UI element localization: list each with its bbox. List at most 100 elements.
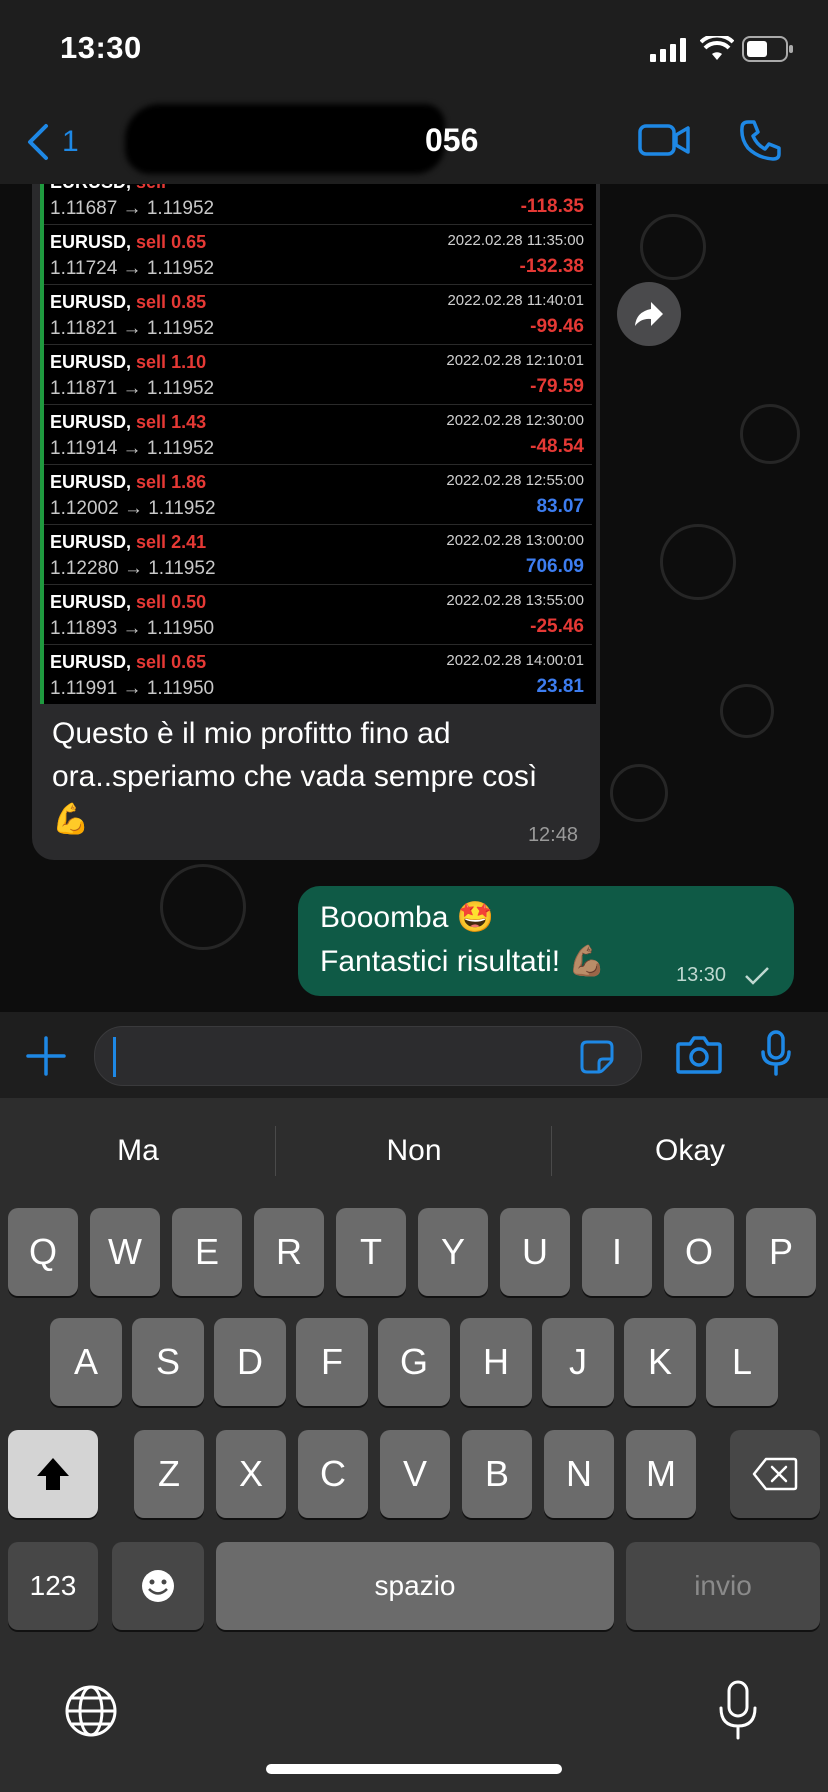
- trade-symbol: EURUSD, sell 0.65: [50, 232, 206, 253]
- camera-icon[interactable]: [676, 1034, 722, 1074]
- trade-row: EURUSD, sell 0.65 1.11724 → 1.11952 2022.0…: [44, 224, 592, 285]
- trade-symbol-name: EURUSD,: [50, 652, 132, 672]
- key-d[interactable]: D: [214, 1318, 286, 1406]
- suggestion-1[interactable]: Ma: [0, 1134, 276, 1168]
- trade-prices: 1.11724 → 1.11952: [50, 258, 215, 279]
- shift-key[interactable]: [8, 1430, 98, 1518]
- trade-row: EURUSD, sell 0.65 1.11991 → 1.11950 2022.0…: [44, 644, 592, 704]
- dictation-icon[interactable]: [718, 1680, 758, 1740]
- key-y[interactable]: Y: [418, 1208, 488, 1296]
- key-w[interactable]: W: [90, 1208, 160, 1296]
- trade-side: sell: [136, 352, 167, 372]
- key-p[interactable]: P: [746, 1208, 816, 1296]
- trade-history-image[interactable]: EURUSD, sell 1.11687 → 1.11952-118.35EUR…: [40, 184, 596, 704]
- trade-date: 2022.02.28 11:35:00: [447, 232, 584, 249]
- chat-area[interactable]: EURUSD, sell 1.11687 → 1.11952-118.35EUR…: [0, 184, 828, 1012]
- key-c[interactable]: C: [298, 1430, 368, 1518]
- key-b[interactable]: B: [462, 1430, 532, 1518]
- key-o[interactable]: O: [664, 1208, 734, 1296]
- suggestion-2[interactable]: Non: [276, 1134, 552, 1168]
- wallpaper-doodle: [740, 404, 800, 464]
- chat-header: 1 056: [0, 100, 828, 185]
- outgoing-message-line2: Fantastici risultati! 💪🏽: [320, 945, 606, 978]
- home-indicator[interactable]: [266, 1764, 562, 1774]
- key-i[interactable]: I: [582, 1208, 652, 1296]
- trade-symbol: EURUSD, sell 1.43: [50, 412, 206, 433]
- incoming-message-bubble[interactable]: EURUSD, sell 1.11687 → 1.11952-118.35EUR…: [32, 184, 600, 860]
- key-z[interactable]: Z: [134, 1430, 204, 1518]
- trade-row: EURUSD, sell 1.10 1.11871 → 1.11952 2022.0…: [44, 344, 592, 405]
- trade-side: sell: [136, 232, 167, 252]
- emoji-key[interactable]: [112, 1542, 204, 1630]
- key-v[interactable]: V: [380, 1430, 450, 1518]
- key-k[interactable]: K: [624, 1318, 696, 1406]
- mic-icon[interactable]: [760, 1030, 792, 1078]
- message-input-bar: [0, 1012, 828, 1098]
- shift-icon: [37, 1458, 69, 1490]
- trade-side: sell: [136, 292, 167, 312]
- trade-symbol-name: EURUSD,: [50, 184, 131, 192]
- trade-lot: 0.65: [171, 652, 207, 672]
- signal-icon: [650, 38, 686, 62]
- status-bar: 13:30: [0, 0, 828, 100]
- plus-icon[interactable]: [26, 1036, 66, 1076]
- trade-side: sell: [136, 412, 167, 432]
- trade-prices: 1.12002 → 1.11952: [50, 498, 216, 519]
- trade-symbol: EURUSD, sell 0.65: [50, 652, 206, 673]
- key-e[interactable]: E: [172, 1208, 242, 1296]
- key-l[interactable]: L: [706, 1318, 778, 1406]
- key-x[interactable]: X: [216, 1430, 286, 1518]
- trade-profit: 83.07: [536, 496, 584, 517]
- key-q[interactable]: Q: [8, 1208, 78, 1296]
- back-chevron-icon[interactable]: [24, 122, 52, 162]
- trade-symbol-name: EURUSD,: [50, 592, 132, 612]
- sticker-icon[interactable]: [579, 1039, 615, 1075]
- key-h[interactable]: H: [460, 1318, 532, 1406]
- phone-icon[interactable]: [738, 118, 782, 162]
- wallpaper-doodle: [720, 684, 774, 738]
- trade-prices: 1.12280 → 1.11952: [50, 558, 216, 579]
- backspace-key[interactable]: [730, 1430, 820, 1518]
- trade-symbol-name: EURUSD,: [50, 532, 132, 552]
- numbers-key[interactable]: 123: [8, 1542, 98, 1630]
- key-f[interactable]: F: [296, 1318, 368, 1406]
- trade-date: 2022.02.28 12:55:00: [446, 472, 584, 489]
- trade-row: EURUSD, sell 1.11687 → 1.11952 -118.35: [44, 184, 592, 225]
- trade-prices: 1.11991 → 1.11950: [50, 678, 215, 699]
- space-key[interactable]: spazio: [216, 1542, 614, 1630]
- key-n[interactable]: N: [544, 1430, 614, 1518]
- trade-symbol: EURUSD, sell 1.86: [50, 472, 206, 493]
- trade-row: EURUSD, sell 1.86 1.12002 → 1.11952 2022.0…: [44, 464, 592, 525]
- outgoing-message-bubble[interactable]: Booomba 🤩 Fantastici risultati! 💪🏽 13:30: [298, 886, 794, 996]
- trade-prices: 1.11821 → 1.11952: [50, 318, 215, 339]
- key-u[interactable]: U: [500, 1208, 570, 1296]
- unread-count[interactable]: 1: [62, 125, 79, 159]
- read-check-icon: [745, 967, 769, 985]
- message-input[interactable]: [94, 1026, 642, 1086]
- forward-button[interactable]: [617, 282, 681, 346]
- suggestion-3[interactable]: Okay: [552, 1134, 828, 1168]
- key-m[interactable]: M: [626, 1430, 696, 1518]
- trade-date: 2022.02.28 14:00:01: [446, 652, 584, 669]
- keyboard: Ma Non Okay QWERTYUIOP ASDFGHJKL ZXCVBNM 1…: [0, 1098, 828, 1792]
- redacted-contact-name[interactable]: [125, 104, 445, 174]
- trade-lot: 0.85: [171, 292, 207, 312]
- trade-side: sell: [136, 652, 167, 672]
- trade-symbol: EURUSD, sell 2.41: [50, 532, 206, 553]
- video-call-icon[interactable]: [638, 122, 690, 158]
- key-g[interactable]: G: [378, 1318, 450, 1406]
- key-a[interactable]: A: [50, 1318, 122, 1406]
- trade-row: EURUSD, sell 2.41 1.12280 → 1.11952 2022.0…: [44, 524, 592, 585]
- key-s[interactable]: S: [132, 1318, 204, 1406]
- contact-name[interactable]: 056: [425, 122, 478, 159]
- trade-symbol-name: EURUSD,: [50, 292, 132, 312]
- wallpaper-doodle: [660, 524, 736, 600]
- enter-key[interactable]: invio: [626, 1542, 820, 1630]
- key-j[interactable]: J: [542, 1318, 614, 1406]
- globe-icon[interactable]: [64, 1684, 118, 1738]
- trade-date: 2022.02.28 12:30:00: [446, 412, 584, 429]
- forward-icon: [635, 302, 663, 326]
- key-t[interactable]: T: [336, 1208, 406, 1296]
- trade-profit: -79.59: [530, 376, 584, 397]
- key-r[interactable]: R: [254, 1208, 324, 1296]
